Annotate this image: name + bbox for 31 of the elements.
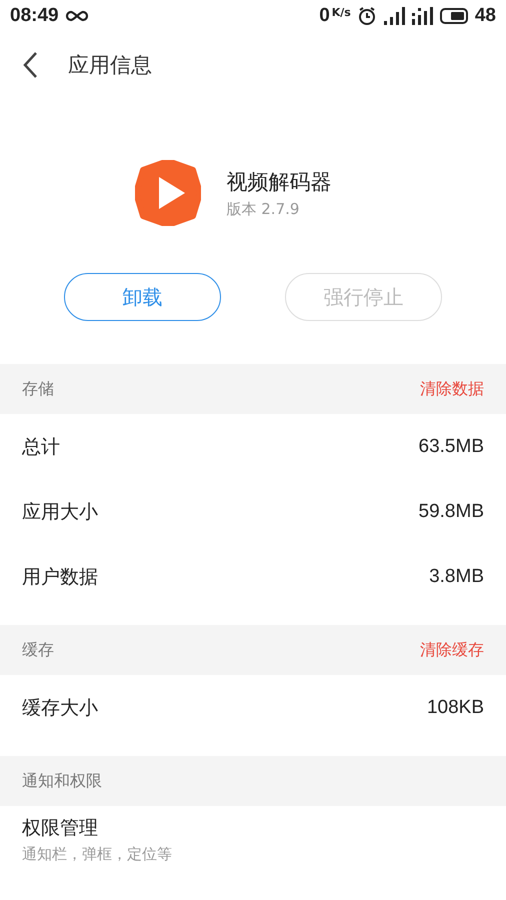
section-title: 存储 — [22, 378, 54, 400]
speed-unit: K/s — [332, 6, 351, 19]
signal-icon — [382, 7, 405, 25]
row-subtitle: 通知栏，弹框，定位等 — [22, 844, 172, 864]
battery-icon — [438, 8, 469, 24]
row-value: 63.5MB — [418, 436, 484, 458]
section-title: 通知和权限 — [22, 770, 102, 792]
infinity-icon — [64, 10, 89, 22]
signal-icon — [410, 7, 433, 25]
network-speed: 0 — [319, 5, 330, 27]
row-value: 3.8MB — [429, 566, 484, 588]
section-title: 缓存 — [22, 640, 54, 660]
row-label: 权限管理 — [22, 816, 98, 840]
back-icon[interactable] — [22, 51, 38, 79]
row-label: 缓存大小 — [22, 696, 98, 720]
row-label: 总计 — [22, 434, 60, 460]
permission-row[interactable]: 权限管理 通知栏，弹框，定位等 — [0, 806, 506, 872]
row-value: 108KB — [426, 696, 484, 718]
play-icon — [134, 160, 200, 226]
clear-link[interactable]: 清除缓存 — [420, 640, 484, 660]
row-label: 用户数据 — [22, 564, 98, 590]
row-label: 应用大小 — [22, 500, 98, 524]
app-name: 视频解码器 — [226, 168, 332, 196]
status-time: 08:49 — [10, 5, 59, 27]
app-version: 版本 2.7.9 — [226, 200, 300, 218]
alarm-icon — [356, 6, 377, 26]
uninstall-button[interactable]: 卸载 — [64, 273, 221, 321]
row-value: 59.8MB — [418, 500, 484, 522]
battery-level: 48 — [474, 5, 496, 27]
page-title: 应用信息 — [68, 52, 152, 79]
clear-link[interactable]: 清除数据 — [420, 378, 484, 400]
